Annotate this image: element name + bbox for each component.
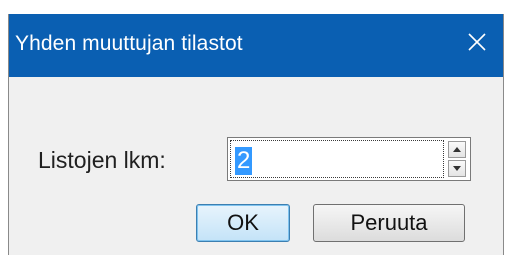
list-count-spinner[interactable]: 2 (227, 137, 471, 181)
ok-button[interactable]: OK (196, 204, 290, 242)
title-bar: Yhden muuttujan tilastot (9, 14, 503, 77)
close-icon (468, 33, 486, 51)
triangle-up-icon (453, 147, 461, 152)
dialog-body: Listojen lkm: 2 OK Peruuta (9, 77, 503, 255)
spin-down-button[interactable] (448, 160, 466, 177)
dialog-title: Yhden muuttujan tilastot (15, 32, 243, 55)
triangle-down-icon (453, 166, 461, 171)
spin-up-button[interactable] (448, 141, 466, 158)
list-count-input[interactable]: 2 (230, 140, 444, 178)
close-button[interactable] (455, 20, 499, 64)
dialog-window: Yhden muuttujan tilastot Listojen lkm: 2 (8, 14, 504, 255)
list-count-value: 2 (235, 147, 253, 175)
list-count-label: Listojen lkm: (38, 147, 166, 173)
cancel-button[interactable]: Peruuta (313, 204, 465, 242)
